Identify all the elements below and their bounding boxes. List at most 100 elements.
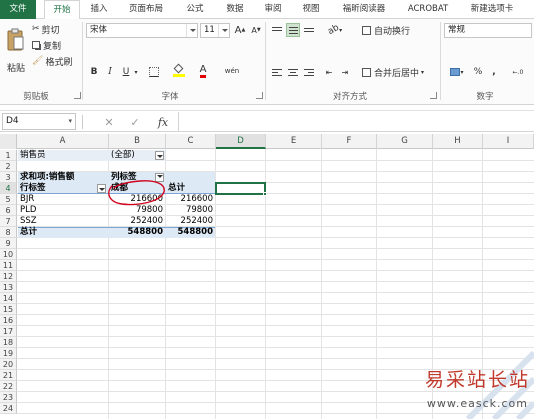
align-middle-button[interactable] (286, 23, 300, 37)
decrease-indent-button[interactable]: ⇤ (322, 65, 336, 79)
increase-indent-button[interactable]: ⇥ (338, 65, 352, 79)
column-header-d[interactable]: D (216, 134, 266, 149)
insert-function-button[interactable]: fx (154, 114, 172, 130)
name-box-value: D4 (6, 116, 19, 126)
align-right-button[interactable] (302, 65, 316, 79)
gridline (17, 336, 534, 337)
align-center-button[interactable] (286, 65, 300, 79)
row-header-2[interactable]: 2 (0, 161, 17, 172)
row-header-1[interactable]: 1 (0, 150, 17, 161)
row-header-12[interactable]: 12 (0, 271, 17, 282)
tab-formulas[interactable]: 公式 (180, 0, 210, 19)
pivot-filter-value[interactable]: (全部) (109, 150, 155, 161)
tab-foxit-reader[interactable]: 福昕阅读器 (334, 0, 394, 19)
merge-center-button[interactable]: 合并后居中 ▾ (362, 65, 436, 79)
row-header-18[interactable]: 18 (0, 337, 17, 348)
cut-button[interactable]: ✂ 剪切 (32, 23, 72, 36)
row-header-17[interactable]: 17 (0, 326, 17, 337)
cancel-entry-button[interactable]: ✕ (102, 114, 116, 130)
pivot-filter-field[interactable]: 销售员 (18, 150, 108, 161)
number-format-select[interactable]: 常规 (444, 23, 532, 38)
grow-font-button[interactable]: A ▲ (234, 23, 246, 37)
fill-handle[interactable] (263, 192, 267, 196)
row-header-13[interactable]: 13 (0, 282, 17, 293)
row-header-16[interactable]: 16 (0, 315, 17, 326)
increase-decimal-button[interactable]: ←.0 (508, 65, 528, 79)
phonetic-button[interactable]: wén (218, 63, 246, 79)
row-header-6[interactable]: 6 (0, 205, 17, 216)
percent-style-button[interactable]: % (472, 65, 484, 79)
row-header-22[interactable]: 22 (0, 381, 17, 392)
tab-data[interactable]: 数据 (220, 0, 250, 19)
gridline (376, 149, 377, 419)
tab-home[interactable]: 开始 (44, 0, 80, 20)
row-header-3[interactable]: 3 (0, 172, 17, 183)
column-header-b[interactable]: B (109, 134, 166, 149)
accounting-format-button[interactable]: ▾ (446, 65, 468, 79)
tab-review[interactable]: 审阅 (258, 0, 288, 19)
formula-input[interactable] (178, 112, 534, 131)
filter-dropdown-icon[interactable] (155, 151, 164, 160)
borders-button[interactable] (146, 65, 162, 79)
formula-bar: D4 ▾ ✕ ✓ fx (0, 110, 534, 132)
tab-acrobat[interactable]: ACROBAT (402, 0, 454, 19)
paste-label[interactable]: 粘贴 (4, 61, 28, 74)
column-header-a[interactable]: A (17, 134, 109, 149)
watermark-url: www.easck.com (426, 397, 528, 410)
gridline (17, 292, 534, 293)
italic-button[interactable]: I (104, 65, 116, 79)
row-header-14[interactable]: 14 (0, 293, 17, 304)
row-header-23[interactable]: 23 (0, 392, 17, 403)
row-header-19[interactable]: 19 (0, 348, 17, 359)
column-header-g[interactable]: G (377, 134, 433, 149)
name-box[interactable]: D4 ▾ (2, 113, 76, 130)
alignment-dialog-launcher[interactable] (430, 92, 437, 99)
column-header-h[interactable]: H (433, 134, 483, 149)
row-header-4[interactable]: 4 (0, 183, 17, 194)
row-header-11[interactable]: 11 (0, 260, 17, 271)
row-header-7[interactable]: 7 (0, 216, 17, 227)
column-header-e[interactable]: E (266, 134, 322, 149)
bold-button[interactable]: B (88, 65, 100, 79)
row-header-21[interactable]: 21 (0, 370, 17, 381)
align-left-button[interactable] (270, 65, 284, 79)
row-header-15[interactable]: 15 (0, 304, 17, 315)
row-header-20[interactable]: 20 (0, 359, 17, 370)
align-left-icon (272, 67, 282, 78)
paint-bucket-icon (173, 63, 185, 77)
column-header-i[interactable]: I (483, 134, 534, 149)
select-all-corner[interactable] (0, 134, 17, 149)
shrink-font-button[interactable]: A ▼ (250, 23, 262, 37)
copy-button[interactable]: 复制 (32, 39, 72, 52)
row-header-8[interactable]: 8 (0, 227, 17, 238)
font-dialog-launcher[interactable] (256, 92, 263, 99)
format-painter-button[interactable]: 🖌 格式刷 (32, 55, 76, 68)
row-header-24[interactable]: 24 (0, 403, 17, 414)
font-name-select[interactable]: 宋体 (86, 23, 198, 38)
underline-button[interactable]: U (120, 65, 132, 79)
tab-new-tab[interactable]: 新建选项卡 (462, 0, 522, 19)
row-header-5[interactable]: 5 (0, 194, 17, 205)
align-bottom-button[interactable] (302, 23, 316, 37)
row-header-9[interactable]: 9 (0, 238, 17, 249)
font-size-select[interactable]: 11 (200, 23, 230, 38)
tab-view[interactable]: 视图 (296, 0, 326, 19)
orientation-button[interactable]: ab ▾ (324, 23, 346, 37)
tab-file[interactable]: 文件 (0, 0, 36, 19)
fill-color-button[interactable] (170, 63, 188, 79)
underline-dropdown[interactable]: ▾ (132, 65, 140, 79)
column-header-f[interactable]: F (322, 134, 377, 149)
align-top-button[interactable] (270, 23, 284, 37)
font-size-value: 11 (204, 25, 215, 35)
row-header-10[interactable]: 10 (0, 249, 17, 260)
tab-page-layout[interactable]: 页面布局 (122, 0, 170, 19)
wrap-text-button[interactable]: 自动换行 (362, 23, 422, 37)
active-cell-selection[interactable] (215, 182, 266, 195)
font-color-button[interactable]: A (194, 63, 212, 79)
confirm-entry-button[interactable]: ✓ (128, 114, 142, 130)
paste-button[interactable] (4, 23, 26, 57)
tab-insert[interactable]: 插入 (84, 0, 114, 19)
clipboard-dialog-launcher[interactable] (74, 92, 81, 99)
column-header-c[interactable]: C (166, 134, 216, 149)
comma-style-button[interactable]: , (488, 65, 500, 79)
